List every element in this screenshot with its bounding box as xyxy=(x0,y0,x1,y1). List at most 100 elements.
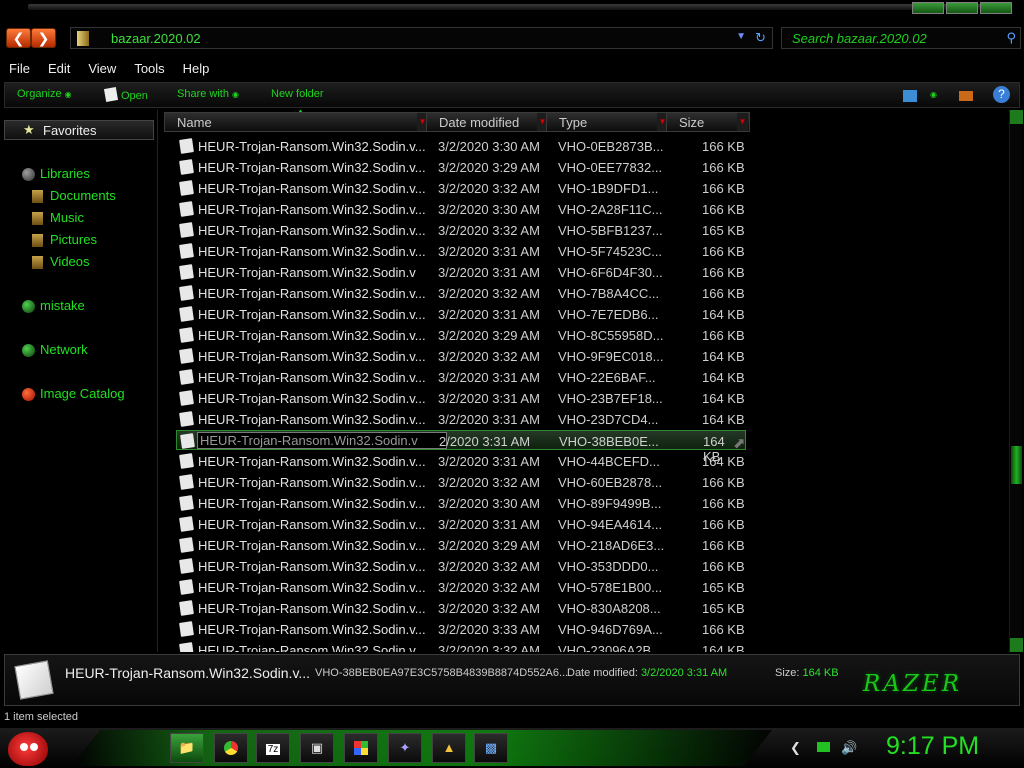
file-date: 3/2/2020 3:31 AM xyxy=(438,391,540,406)
taskbar-monitor[interactable]: ▣ xyxy=(300,733,334,763)
file-type: VHO-6F6D4F30... xyxy=(558,265,663,280)
column-size[interactable]: Size ▼ xyxy=(666,112,750,132)
taskbar-network-app[interactable]: ▩ xyxy=(474,733,508,763)
nav-music[interactable]: Music xyxy=(32,210,84,225)
angry-bird-icon xyxy=(20,743,28,751)
menu-edit[interactable]: Edit xyxy=(39,58,79,80)
file-row[interactable]: HEUR-Trojan-Ransom.Win32.Sodin.v... 3/2/2… xyxy=(176,304,746,324)
nav-image-catalog[interactable]: Image Catalog xyxy=(22,386,125,401)
column-type[interactable]: Type ▼ xyxy=(546,112,670,132)
file-row[interactable]: HEUR-Trojan-Ransom.Win32.Sodin.v... 3/2/2… xyxy=(176,136,746,156)
maximize-button[interactable] xyxy=(946,2,978,14)
refresh-icon[interactable]: ↻ xyxy=(755,30,766,46)
angry-bird-eye xyxy=(30,743,38,751)
close-button[interactable] xyxy=(980,2,1012,14)
taskbar-7zip[interactable]: 7z xyxy=(256,733,290,763)
nav-network[interactable]: Network xyxy=(22,342,88,357)
file-row[interactable]: HEUR-Trojan-Ransom.Win32.Sodin.v... 3/2/2… xyxy=(176,346,746,366)
menu-tools[interactable]: Tools xyxy=(125,58,173,80)
taskbar-chrome[interactable] xyxy=(214,733,248,763)
tray-arrow-icon[interactable]: ❮ xyxy=(790,740,801,755)
file-row[interactable]: HEUR-Trojan-Ransom.Win32.Sodin.v... 3/2/2… xyxy=(176,241,746,261)
file-row[interactable]: HEUR-Trojan-Ransom.Win32.Sodin.v... 3/2/2… xyxy=(176,619,746,639)
start-button[interactable] xyxy=(8,732,48,766)
new-folder-button[interactable]: New folder xyxy=(271,88,324,100)
forward-button[interactable]: ❯ xyxy=(31,28,56,48)
nav-mistake[interactable]: mistake xyxy=(22,298,85,313)
status-bar: 1 item selected xyxy=(0,708,1024,726)
document-icon xyxy=(179,537,194,553)
file-row[interactable]: HEUR-Trojan-Ransom.Win32.Sodin.v... 3/2/2… xyxy=(176,451,746,471)
file-row[interactable]: HEUR-Trojan-Ransom.Win32.Sodin.v... 3/2/2… xyxy=(176,493,746,513)
file-row[interactable]: HEUR-Trojan-Ransom.Win32.Sodin.v... 3/2/2… xyxy=(176,409,746,429)
scroll-thumb[interactable] xyxy=(1011,446,1022,484)
search-icon[interactable]: ⚲ xyxy=(1006,30,1016,46)
nav-favorites[interactable]: ★ Favorites xyxy=(4,120,154,140)
document-icon xyxy=(179,180,194,196)
file-row[interactable]: HEUR-Trojan-Ransom.Win32.Sodin.v... 3/2/2… xyxy=(176,283,746,303)
file-size: 166 KB xyxy=(702,328,745,343)
menu-view[interactable]: View xyxy=(79,58,125,80)
file-row[interactable]: HEUR-Trojan-Ransom.Win32.Sodin.v... 3/2/2… xyxy=(176,598,746,618)
file-row[interactable]: HEUR-Trojan-Ransom.Win32.Sodin.v... 3/2/2… xyxy=(176,514,746,534)
file-row[interactable]: HEUR-Trojan-Ransom.Win32.Sodin.v 3/2/2020… xyxy=(176,262,746,282)
help-icon[interactable]: ? xyxy=(993,86,1010,103)
file-row[interactable]: HEUR-Trojan-Ransom.Win32.Sodin.v... 3/2/2… xyxy=(176,157,746,177)
folder-icon: 📁 xyxy=(178,740,196,755)
back-button[interactable]: ❮ xyxy=(6,28,31,48)
minimize-button[interactable] xyxy=(912,2,944,14)
file-row[interactable]: HEUR-Trojan-Ransom.Win32.Sodin.v... 3/2/2… xyxy=(176,556,746,576)
file-type: VHO-830A8208... xyxy=(558,601,661,616)
nav-libraries[interactable]: Libraries xyxy=(22,166,90,181)
file-size: 165 KB xyxy=(702,601,745,616)
open-button[interactable]: Open xyxy=(103,87,148,102)
volume-icon[interactable]: 🔊 xyxy=(841,740,857,755)
file-row[interactable]: HEUR-Trojan-Ransom.Win32.Sodin.v... 3/2/2… xyxy=(176,325,746,345)
nav-pictures[interactable]: Pictures xyxy=(32,232,97,247)
file-type: VHO-38BEB0E... xyxy=(559,434,659,449)
file-name[interactable]: HEUR-Trojan-Ransom.Win32.Sodin.v xyxy=(197,432,447,449)
column-size-dropdown-icon[interactable]: ▼ xyxy=(737,113,748,131)
file-row[interactable]: HEUR-Trojan-Ransom.Win32.Sodin.v... 3/2/2… xyxy=(176,535,746,555)
address-bar[interactable]: bazaar.2020.02 ▼ ↻ xyxy=(70,27,773,49)
taskbar-image-app[interactable]: ▲ xyxy=(432,733,466,763)
left-arrow-icon: ❮ xyxy=(12,30,25,46)
file-row[interactable]: HEUR-Trojan-Ransom.Win32.Sodin.v... 3/2/2… xyxy=(176,472,746,492)
file-row[interactable]: HEUR-Trojan-Ransom.Win32.Sodin.v... 3/2/2… xyxy=(176,577,746,597)
address-dropdown-icon[interactable]: ▼ xyxy=(736,31,746,42)
folder-icon xyxy=(77,31,89,46)
file-name: HEUR-Trojan-Ransom.Win32.Sodin.v xyxy=(198,265,416,280)
preview-pane-icon[interactable] xyxy=(959,91,973,101)
file-row[interactable]: HEUR-Trojan-Ransom.Win32.Sodin.v... 3/2/2… xyxy=(176,199,746,219)
taskbar-app-star[interactable]: ✦ xyxy=(388,733,422,763)
view-options-icon[interactable] xyxy=(903,90,917,102)
nav-mistake-label: mistake xyxy=(40,298,85,313)
taskbar-explorer[interactable]: 📁 xyxy=(170,733,204,763)
vertical-scrollbar[interactable] xyxy=(1009,110,1023,652)
file-row[interactable]: HEUR-Trojan-Ransom.Win32.Sodin.v... 3/2/2… xyxy=(176,640,746,652)
menu-file[interactable]: File xyxy=(0,58,39,80)
file-row[interactable]: HEUR-Trojan-Ransom.Win32.Sodin.v... 3/2/2… xyxy=(176,220,746,240)
scroll-down-button[interactable] xyxy=(1010,638,1023,652)
document-icon xyxy=(179,264,194,280)
file-row[interactable]: HEUR-Trojan-Ransom.Win32.Sodin.v... 3/2/2… xyxy=(176,178,746,198)
nav-videos[interactable]: Videos xyxy=(32,254,90,269)
file-date: 3/2/2020 3:31 AM xyxy=(438,265,540,280)
search-box[interactable]: Search bazaar.2020.02 ⚲ xyxy=(781,27,1021,49)
document-icon xyxy=(179,600,194,616)
menu-help[interactable]: Help xyxy=(174,58,219,80)
share-with-button[interactable]: Share with ◉ xyxy=(177,88,239,100)
file-size: 166 KB xyxy=(702,286,745,301)
column-date-modified[interactable]: Date modified ▼ xyxy=(426,112,550,132)
file-row[interactable]: HEUR-Trojan-Ransom.Win32.Sodin.v 2/2020 3… xyxy=(176,430,746,464)
nav-documents[interactable]: Documents xyxy=(32,188,116,203)
scroll-up-button[interactable] xyxy=(1010,110,1023,124)
organize-button[interactable]: Organize ◉ xyxy=(17,88,72,100)
column-name[interactable]: Name ▼ xyxy=(164,112,430,132)
battery-icon[interactable] xyxy=(816,742,830,752)
view-dropdown-icon[interactable]: ◉ xyxy=(927,88,937,100)
taskbar-start-grid[interactable] xyxy=(344,733,378,763)
file-row[interactable]: HEUR-Trojan-Ransom.Win32.Sodin.v... 3/2/2… xyxy=(176,388,746,408)
file-row[interactable]: HEUR-Trojan-Ransom.Win32.Sodin.v... 3/2/2… xyxy=(176,367,746,387)
clock[interactable]: 9:17 PM xyxy=(886,732,979,761)
